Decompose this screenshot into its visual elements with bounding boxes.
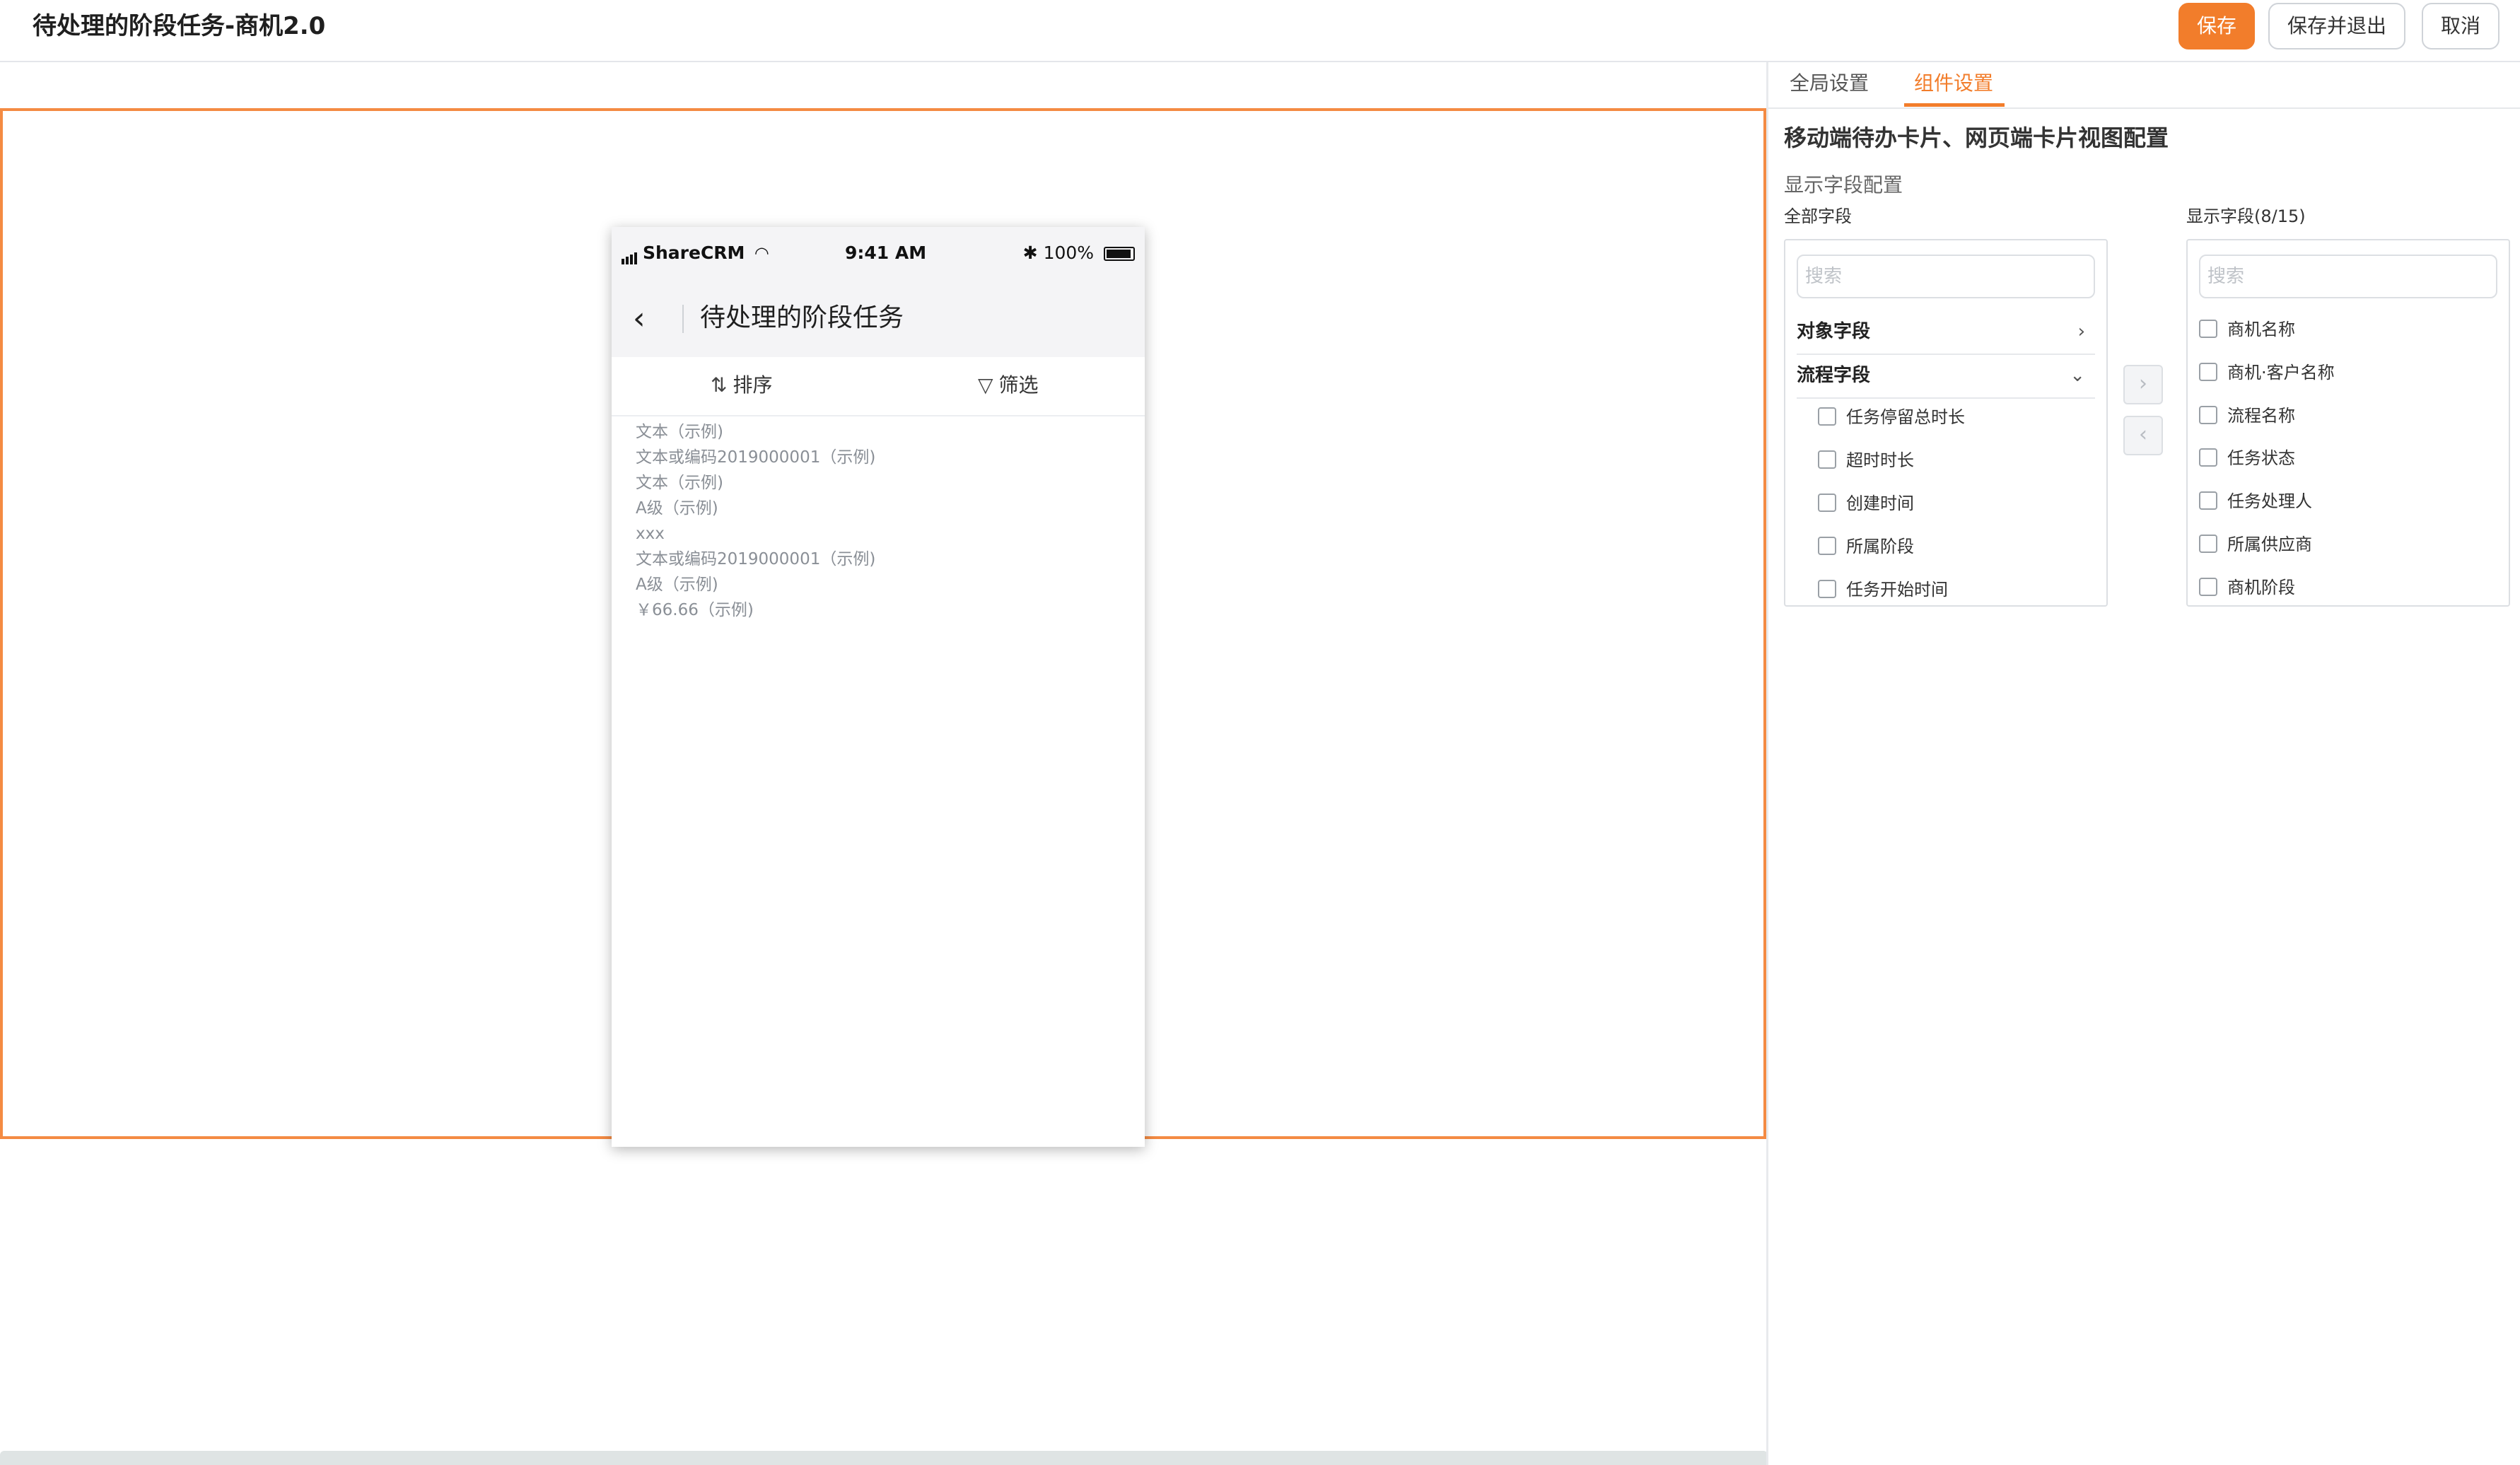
preview-canvas: ShareCRM ◠ 9:41 AM ✱ 100% ‹ 待处理的阶段任务 ⇅ 排序… xyxy=(0,62,1768,1465)
field-checkbox-row[interactable]: 超时时长 xyxy=(1818,446,1914,474)
card-field-line: A级（示例) xyxy=(636,576,718,594)
field-checkbox-row[interactable]: 任务开始时间 xyxy=(1818,576,1948,604)
field-label: 任务处理人 xyxy=(2227,491,2312,511)
shown-field-row[interactable]: 商机·客户名称 xyxy=(2199,358,2335,387)
sort-label: 排序 xyxy=(733,373,773,397)
phone-nav-title: 待处理的阶段任务 xyxy=(700,303,904,332)
checkbox[interactable] xyxy=(1818,450,1836,469)
checkbox[interactable] xyxy=(2199,406,2217,424)
checkbox[interactable] xyxy=(2199,578,2217,596)
filter-button[interactable]: ▽ 筛选 xyxy=(978,371,1039,399)
checkbox[interactable] xyxy=(2199,363,2217,381)
checkbox[interactable] xyxy=(2199,535,2217,553)
phone-nav-bar: ‹ 待处理的阶段任务 xyxy=(612,279,1145,357)
carrier-indicator: ShareCRM ◠ xyxy=(622,243,769,264)
checkbox[interactable] xyxy=(1818,407,1836,426)
process-fields-group[interactable]: 流程字段 ⌄ xyxy=(1797,355,2095,399)
chevron-right-icon: › xyxy=(2077,321,2085,342)
group-label: 流程字段 xyxy=(1797,365,1871,386)
card-field-line: ￥66.66（示例) xyxy=(636,601,754,619)
bluetooth-icon: ✱ xyxy=(1022,243,1038,263)
card-field-line: 文本或编码2019000001（示例) xyxy=(636,448,876,467)
battery-icon xyxy=(1104,247,1135,261)
wifi-icon: ◠ xyxy=(755,243,769,263)
shown-field-row[interactable]: 任务处理人 xyxy=(2199,487,2312,515)
shown-field-row[interactable]: 商机名称 xyxy=(2199,315,2295,344)
back-chevron-icon[interactable]: ‹ xyxy=(633,303,646,334)
checkbox[interactable] xyxy=(2199,448,2217,467)
move-left-button[interactable]: ‹ xyxy=(2123,416,2163,455)
field-checkbox-row[interactable]: 所属阶段 xyxy=(1818,532,1914,561)
field-label: 所属阶段 xyxy=(1846,537,1914,556)
field-label: 超时时长 xyxy=(1846,450,1914,470)
chevron-left-icon: ‹ xyxy=(2139,422,2147,447)
sort-icon: ⇅ xyxy=(711,373,728,397)
checkbox[interactable] xyxy=(1818,494,1836,512)
page-title: 待处理的阶段任务-商机2.0 xyxy=(33,12,326,40)
status-right: ✱ 100% xyxy=(1023,243,1135,264)
shown-fields-list: 商机名称 商机·客户名称 流程名称 任务状态 任务处理人 所属供应商 商机阶段 xyxy=(2186,239,2510,607)
sort-button[interactable]: ⇅ 排序 xyxy=(711,371,772,399)
field-label: 商机名称 xyxy=(2227,320,2295,339)
carrier-name: ShareCRM xyxy=(643,243,745,263)
settings-panel: 全局设置 组件设置 移动端待办卡片、网页端卡片视图配置 显示字段配置 全部字段 … xyxy=(1768,62,2520,1465)
card-field-line: 文本或编码2019000001（示例) xyxy=(636,550,876,568)
cancel-button[interactable]: 取消 xyxy=(2422,3,2499,49)
shown-field-row[interactable]: 任务状态 xyxy=(2199,444,2295,472)
checkbox[interactable] xyxy=(2199,320,2217,338)
card-field-line: 文本（示例) xyxy=(636,423,723,441)
shown-field-row[interactable]: 商机阶段 xyxy=(2199,573,2295,602)
chevron-down-icon: ⌄ xyxy=(2070,365,2085,386)
checkbox[interactable] xyxy=(1818,537,1836,555)
battery-percent: 100% xyxy=(1043,243,1095,263)
horizontal-scrollbar[interactable] xyxy=(0,1451,1768,1465)
checkbox[interactable] xyxy=(1818,580,1836,598)
card-field-line: 文本（示例) xyxy=(636,474,723,492)
filter-label: 筛选 xyxy=(998,373,1039,397)
filter-icon: ▽ xyxy=(978,373,993,397)
field-label: 所属供应商 xyxy=(2227,535,2312,554)
field-label: 任务开始时间 xyxy=(1846,580,1948,600)
field-checkbox-row[interactable]: 创建时间 xyxy=(1818,489,1914,518)
move-right-button[interactable]: › xyxy=(2123,365,2163,404)
chevron-right-icon: › xyxy=(2139,371,2147,396)
tab-component-settings[interactable]: 组件设置 xyxy=(1914,69,1993,98)
all-fields-list: 对象字段 › 流程字段 ⌄ 任务停留总时长 超时时长 创建时间 所属阶段 任务开… xyxy=(1784,239,2108,607)
phone-preview: ShareCRM ◠ 9:41 AM ✱ 100% ‹ 待处理的阶段任务 ⇅ 排序… xyxy=(612,227,1145,1147)
field-label: 商机阶段 xyxy=(2227,578,2295,597)
shown-field-row[interactable]: 流程名称 xyxy=(2199,402,2295,430)
all-fields-label: 全部字段 xyxy=(1784,206,1852,226)
signal-icon xyxy=(622,243,638,264)
settings-tabs: 全局设置 组件设置 xyxy=(1768,62,2520,109)
top-header: 待处理的阶段任务-商机2.0 保存 保存并退出 取消 xyxy=(0,0,2520,62)
field-checkbox-row[interactable]: 任务停留总时长 xyxy=(1818,403,1965,431)
display-fields-subtitle: 显示字段配置 xyxy=(1784,173,1903,197)
card-field-line: xxx xyxy=(636,525,665,543)
field-label: 创建时间 xyxy=(1846,494,1914,513)
phone-toolbar: ⇅ 排序 ▽ 筛选 xyxy=(612,357,1145,416)
phone-status-bar: ShareCRM ◠ 9:41 AM ✱ 100% xyxy=(612,227,1145,279)
all-fields-search-input[interactable] xyxy=(1797,255,2095,298)
section-title: 移动端待办卡片、网页端卡片视图配置 xyxy=(1784,124,2169,151)
field-label: 任务状态 xyxy=(2227,448,2295,468)
shown-fields-label: 显示字段(8/15) xyxy=(2186,206,2306,226)
todo-card[interactable]: 文本（示例) 文本或编码2019000001（示例) 文本（示例) A级（示例)… xyxy=(636,419,1116,623)
group-label: 对象字段 xyxy=(1797,321,1871,342)
checkbox[interactable] xyxy=(2199,491,2217,510)
nav-divider xyxy=(682,305,684,333)
active-tab-indicator xyxy=(1904,103,2005,107)
tab-global-settings[interactable]: 全局设置 xyxy=(1790,69,1869,98)
save-button[interactable]: 保存 xyxy=(2178,3,2255,49)
card-field-line: A级（示例) xyxy=(636,499,718,518)
field-label: 商机·客户名称 xyxy=(2227,363,2335,383)
status-time: 9:41 AM xyxy=(845,243,927,263)
shown-field-row[interactable]: 所属供应商 xyxy=(2199,530,2312,559)
object-fields-group[interactable]: 对象字段 › xyxy=(1797,311,2095,355)
save-and-exit-button[interactable]: 保存并退出 xyxy=(2268,3,2405,49)
field-label: 任务停留总时长 xyxy=(1846,407,1965,427)
shown-fields-search-input[interactable] xyxy=(2199,255,2497,298)
field-label: 流程名称 xyxy=(2227,406,2295,426)
